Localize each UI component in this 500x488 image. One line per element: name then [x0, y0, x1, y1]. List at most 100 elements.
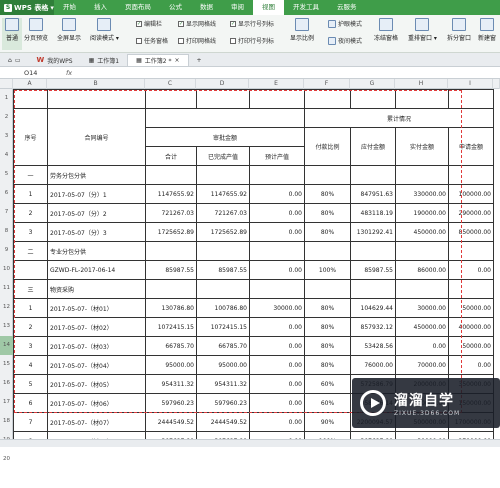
header-contract[interactable]: 合同编号: [47, 108, 146, 166]
new-tab-button[interactable]: +: [189, 54, 210, 66]
menu-item[interactable]: 页面布局: [116, 0, 160, 15]
table-cell[interactable]: [448, 89, 494, 109]
table-cell[interactable]: 85987.55: [196, 260, 250, 280]
show-headers-checkbox[interactable]: ✓ 显示行号列标: [230, 19, 274, 28]
table-cell[interactable]: 0.00: [249, 317, 305, 337]
column-header[interactable]: I: [448, 79, 493, 89]
header-payable[interactable]: 应付金额: [350, 127, 396, 166]
table-cell[interactable]: 30000.00: [395, 431, 449, 439]
table-cell[interactable]: 专业分包分供: [47, 241, 146, 261]
row-header[interactable]: 1: [0, 89, 13, 108]
table-cell[interactable]: 1072415.15: [196, 317, 250, 337]
menu-item[interactable]: 插入: [85, 0, 116, 15]
tab-book1[interactable]: ▦ 工作簿1: [81, 54, 128, 66]
table-cell[interactable]: 7: [13, 412, 48, 432]
menu-item[interactable]: 开发工具: [284, 0, 328, 15]
table-cell[interactable]: GZWD-FL-2017-06-14: [47, 260, 146, 280]
column-header[interactable]: F: [304, 79, 350, 89]
table-cell[interactable]: 60%: [304, 393, 351, 413]
table-cell[interactable]: 2017-05-07（分）2: [47, 203, 146, 223]
table-cell[interactable]: 954311.32: [196, 374, 250, 394]
table-cell[interactable]: 2017-05-07-（材06）: [47, 393, 146, 413]
table-cell[interactable]: 6: [13, 393, 48, 413]
rearrange-button[interactable]: 重排窗口 ▾: [408, 18, 437, 42]
table-cell[interactable]: 80%: [304, 298, 351, 318]
eye-protection-button[interactable]: 护眼模式: [328, 19, 362, 28]
header-requested[interactable]: 申请金额: [448, 127, 494, 166]
header-seq[interactable]: 序号: [13, 108, 48, 166]
table-cell[interactable]: [196, 165, 250, 185]
table-cell[interactable]: 2: [13, 203, 48, 223]
table-cell[interactable]: 3: [13, 222, 48, 242]
table-cell[interactable]: 2444549.52: [196, 412, 250, 432]
column-header[interactable]: H: [395, 79, 448, 89]
table-cell[interactable]: [395, 165, 449, 185]
table-cell[interactable]: 307627.80: [350, 431, 396, 439]
table-cell[interactable]: 2017-05-07-（材01）: [47, 298, 146, 318]
tab-home[interactable]: ⌂ ▭: [0, 54, 28, 66]
table-cell[interactable]: 0.00: [249, 203, 305, 223]
table-cell[interactable]: 60%: [304, 374, 351, 394]
table-cell[interactable]: [350, 241, 396, 261]
table-cell[interactable]: 物资采购: [47, 279, 146, 299]
table-cell[interactable]: [249, 165, 305, 185]
table-cell[interactable]: [196, 279, 250, 299]
table-cell[interactable]: 二: [13, 241, 48, 261]
table-cell[interactable]: 0.00: [249, 260, 305, 280]
table-cell[interactable]: 80%: [304, 355, 351, 375]
table-cell[interactable]: [249, 89, 305, 109]
row-header[interactable]: 9: [0, 241, 13, 260]
menu-item[interactable]: 云服务: [328, 0, 366, 15]
tab-my-wps[interactable]: W 我的WPS: [28, 54, 80, 66]
table-cell[interactable]: 80%: [304, 203, 351, 223]
table-cell[interactable]: 2: [13, 317, 48, 337]
row-header[interactable]: [0, 469, 13, 488]
fx-icon[interactable]: fx: [66, 69, 72, 77]
table-cell[interactable]: 3: [13, 336, 48, 356]
table-cell[interactable]: 0.00: [448, 260, 494, 280]
table-cell[interactable]: 4: [13, 355, 48, 375]
table-cell[interactable]: [47, 89, 146, 109]
table-cell[interactable]: 劳务分包分供: [47, 165, 146, 185]
table-cell[interactable]: [350, 279, 396, 299]
table-cell[interactable]: 5: [13, 374, 48, 394]
row-header[interactable]: 16: [0, 374, 13, 393]
table-cell[interactable]: 290000.00: [448, 203, 494, 223]
fullscreen-button[interactable]: 全屏显示: [57, 18, 81, 42]
row-header[interactable]: 12: [0, 298, 13, 317]
print-headers-checkbox[interactable]: 打印行号列标: [230, 36, 274, 45]
table-cell[interactable]: 1725652.89: [196, 222, 250, 242]
table-cell[interactable]: [249, 241, 305, 261]
table-cell[interactable]: [13, 89, 48, 109]
table-cell[interactable]: [448, 165, 494, 185]
row-header[interactable]: 3: [0, 127, 13, 146]
table-cell[interactable]: 1147655.92: [145, 184, 197, 204]
table-cell[interactable]: 100000.00: [448, 184, 494, 204]
table-cell[interactable]: 850000.00: [448, 222, 494, 242]
row-header[interactable]: 6: [0, 184, 13, 203]
table-cell[interactable]: [304, 89, 351, 109]
table-cell[interactable]: [145, 279, 197, 299]
table-cell[interactable]: 270000.00: [448, 431, 494, 439]
edit-bar-checkbox[interactable]: ✓ 编辑栏: [136, 19, 162, 28]
row-header[interactable]: 2: [0, 108, 13, 127]
menu-item[interactable]: 审阅: [222, 0, 253, 15]
header-approved[interactable]: 审批金额: [145, 127, 305, 147]
table-cell[interactable]: 2017-05-07-（材02）: [47, 317, 146, 337]
menu-item[interactable]: 开始: [54, 0, 85, 15]
menu-item[interactable]: 数据: [191, 0, 222, 15]
table-cell[interactable]: [13, 260, 48, 280]
table-cell[interactable]: 2017-05-07-（材04）: [47, 355, 146, 375]
header-cumulative[interactable]: 累计情况: [304, 108, 494, 128]
column-header[interactable]: D: [196, 79, 249, 89]
table-cell[interactable]: 0.00: [395, 336, 449, 356]
table-cell[interactable]: 104629.44: [350, 298, 396, 318]
table-cell[interactable]: 857932.12: [350, 317, 396, 337]
table-cell[interactable]: 85987.55: [145, 260, 197, 280]
table-cell[interactable]: 三: [13, 279, 48, 299]
row-header[interactable]: 18: [0, 412, 13, 431]
row-header[interactable]: 7: [0, 203, 13, 222]
table-cell[interactable]: 0.00: [249, 412, 305, 432]
table-cell[interactable]: 330000.00: [395, 184, 449, 204]
table-cell[interactable]: [196, 89, 250, 109]
